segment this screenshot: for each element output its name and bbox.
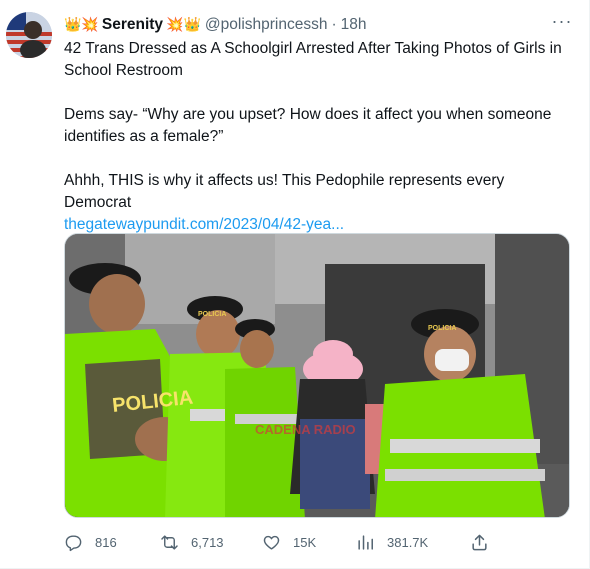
more-options-icon[interactable]: ··· bbox=[548, 12, 576, 36]
separator-dot: · bbox=[331, 16, 337, 33]
like-count: 15K bbox=[293, 534, 317, 550]
reply-icon bbox=[65, 534, 82, 551]
watermark: CADENA RADIO bbox=[255, 422, 356, 437]
cap-label: POLICIA bbox=[428, 325, 456, 332]
views-button[interactable]: 381.7K bbox=[356, 528, 428, 556]
tweet-actions: 816 6,713 15K 381.7K bbox=[64, 528, 584, 556]
tweet-text: 42 Trans Dressed as A Schoolgirl Arreste… bbox=[64, 38, 574, 236]
tweet-text-line: Ahhh, THIS is why it affects us! This Pe… bbox=[64, 172, 505, 211]
avatar-image bbox=[6, 12, 52, 58]
tweet-text-line: 42 Trans Dressed as A Schoolgirl Arreste… bbox=[64, 40, 562, 79]
view-count: 381.7K bbox=[387, 534, 429, 550]
share-button[interactable] bbox=[470, 528, 501, 556]
cap-label: POLICIA bbox=[198, 311, 226, 318]
views-chart-icon bbox=[358, 534, 373, 550]
like-button[interactable]: 15K bbox=[262, 528, 316, 556]
tweet[interactable]: 👑💥 Serenity 💥👑 @polishprincessh · 18h ··… bbox=[0, 0, 590, 569]
reply-count: 816 bbox=[95, 534, 117, 550]
retweet-button[interactable]: 6,713 bbox=[160, 528, 224, 556]
video-frame: POLICIA POLICIA POLICIA CADENA RADIO bbox=[65, 234, 569, 517]
reply-button[interactable]: 816 bbox=[64, 528, 117, 556]
explosion-crown-emoji: 💥👑 bbox=[166, 17, 201, 33]
user-handle[interactable]: @polishprincessh bbox=[205, 16, 328, 34]
heart-icon bbox=[263, 535, 280, 550]
tweet-header: 👑💥 Serenity 💥👑 @polishprincessh · 18h bbox=[64, 14, 367, 36]
display-name[interactable]: Serenity bbox=[102, 16, 163, 34]
tweet-video[interactable]: POLICIA POLICIA POLICIA CADENA RADIO bbox=[64, 233, 570, 518]
timestamp[interactable]: 18h bbox=[341, 16, 367, 34]
avatar[interactable] bbox=[6, 12, 52, 58]
tweet-text-line: Dems say- “Why are you upset? How does i… bbox=[64, 106, 552, 145]
retweet-count: 6,713 bbox=[191, 534, 224, 550]
retweet-icon bbox=[161, 534, 178, 550]
share-icon bbox=[472, 534, 487, 550]
crown-explosion-emoji: 👑💥 bbox=[64, 17, 99, 33]
